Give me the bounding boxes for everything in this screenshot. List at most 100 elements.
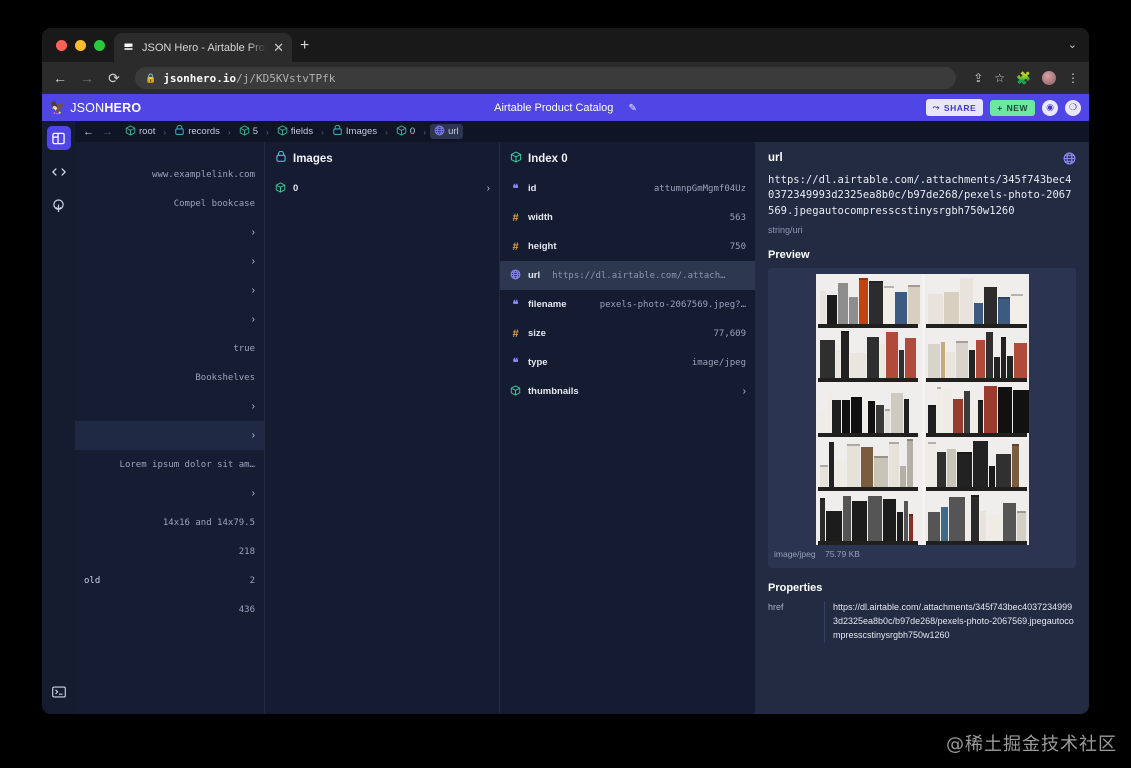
json-row[interactable]: › [75,218,264,247]
json-row-key: id [528,183,537,194]
code-view-icon[interactable] [47,160,71,184]
json-row-value: 563 [729,212,746,223]
book [970,494,979,541]
json-row[interactable]: Compel bookcase [75,189,264,218]
json-row[interactable]: › [75,479,264,508]
breadcrumb-item-label: 5 [252,126,259,137]
array-icon [174,124,185,138]
close-window-button[interactable] [56,40,67,51]
discord-icon[interactable]: ◉ [1042,99,1058,116]
profile-avatar[interactable] [1042,71,1056,85]
breadcrumb-forward-icon[interactable]: → [102,126,113,138]
json-row[interactable]: 436 [75,595,264,624]
json-column-previous[interactable]: www.examplelink.com Compel bookcase › › › › tr… [75,142,265,714]
json-row[interactable]: ❝ id attumnpGmMgmf04Uz [500,174,755,203]
book [890,392,903,433]
chevron-right-icon: › [251,285,255,296]
new-button[interactable]: + NEW [990,99,1035,116]
book [983,385,997,433]
new-tab-icon[interactable]: + [300,38,309,54]
book [1002,502,1016,541]
json-row[interactable]: url https://dl.airtable.com/.attach… [500,261,755,290]
breadcrumb-item-records[interactable]: records [170,124,224,139]
json-row[interactable]: # size 77,609 [500,319,755,348]
json-row-value: 2 [249,575,255,586]
json-row[interactable]: › [75,421,264,450]
breadcrumb-item-label: root [139,126,156,137]
share-button[interactable]: ⤳ SHARE [925,99,984,116]
json-row[interactable]: Lorem ipsum dolor sit am… [75,450,264,479]
terminal-icon[interactable] [47,680,71,704]
json-row[interactable]: › [75,305,264,334]
tree-view-icon[interactable] [47,194,71,218]
maximize-window-button[interactable] [94,40,105,51]
pencil-icon[interactable]: ✎ [628,103,636,114]
book [995,453,1011,487]
json-row[interactable]: # width 563 [500,203,755,232]
json-row[interactable]: thumbnails › [500,377,755,406]
breadcrumb-item-root[interactable]: root [121,124,159,139]
number-icon: # [512,327,519,340]
preview-mime: image/jpeg [774,548,816,559]
close-tab-icon[interactable]: ✕ [273,41,284,54]
globe-icon [1063,152,1076,168]
detail-pane: url https://dl.airtable.com/.attachments… [755,142,1089,714]
json-row[interactable]: old 2 [75,566,264,595]
extensions-icon[interactable]: 🧩 [1016,71,1031,85]
header-actions: ⤳ SHARE + NEW ◉ ❍ [925,99,1081,116]
jsonhero-logo[interactable]: 🦅 JSONHERO [50,101,141,115]
reload-icon[interactable]: ⟳ [106,70,122,87]
browser-tab[interactable]: JSON Hero - Airtable Product C ✕ [114,33,292,62]
json-row[interactable]: ❝ type image/jpeg [500,348,755,377]
share-button-label: SHARE [943,102,977,113]
object-icon [510,151,522,166]
json-row[interactable]: 218 [75,537,264,566]
json-row[interactable]: › [75,247,264,276]
chevron-down-icon[interactable]: ⌄ [1068,38,1077,51]
book [963,390,970,433]
breadcrumb-separator: › [385,126,388,137]
json-row[interactable]: › [75,392,264,421]
json-column-index[interactable]: Index 0 ❝ id attumnpGmMgmf04Uz # width 563 # he… [500,142,755,714]
json-row[interactable]: 0 › [265,174,499,203]
breadcrumb-item-images[interactable]: Images [328,124,381,139]
json-row-value: Compel bookcase [173,198,255,209]
share-icon[interactable]: ⇪ [973,71,983,85]
book [903,500,908,541]
breadcrumb-item-url[interactable]: url [430,124,463,139]
json-row[interactable]: true [75,334,264,363]
forward-icon[interactable]: → [79,70,95,86]
json-row[interactable]: ❝ filename pexels-photo-2067569.jpeg?… [500,290,755,319]
json-row[interactable]: Bookshelves [75,363,264,392]
columns-view-icon[interactable] [46,126,71,150]
book [882,498,896,541]
minimize-window-button[interactable] [75,40,86,51]
book [927,294,943,325]
breadcrumb-item-fields[interactable]: fields [273,124,317,139]
view-rail [42,121,75,714]
share-nodes-icon: ⤳ [932,102,940,112]
breadcrumb-back-icon[interactable]: ← [83,126,94,138]
kebab-menu-icon[interactable]: ⋮ [1067,71,1079,85]
address-domain: jsonhero.io [163,71,237,85]
book [955,341,968,379]
json-column-images[interactable]: Images 0 › [265,142,500,714]
book [943,292,959,325]
github-icon[interactable]: ❍ [1065,99,1081,116]
book [959,278,973,325]
breadcrumb-item-0[interactable]: 0 [392,124,419,139]
logo-json: JSON [70,100,105,115]
preview-image[interactable] [815,273,1029,545]
book [883,286,894,325]
json-row[interactable]: › [75,276,264,305]
breadcrumb-item-5[interactable]: 5 [235,124,262,139]
json-row[interactable]: # height 750 [500,232,755,261]
book [875,404,884,433]
book [831,399,841,433]
back-icon[interactable]: ← [52,70,68,86]
array-icon [332,124,343,138]
json-row[interactable]: 14x16 and 14x79.5 [75,508,264,537]
star-icon[interactable]: ☆ [994,71,1005,85]
address-bar[interactable]: 🔒 jsonhero.io/j/KD5KVstvTPfk [135,67,957,89]
json-row[interactable]: www.examplelink.com [75,160,264,189]
